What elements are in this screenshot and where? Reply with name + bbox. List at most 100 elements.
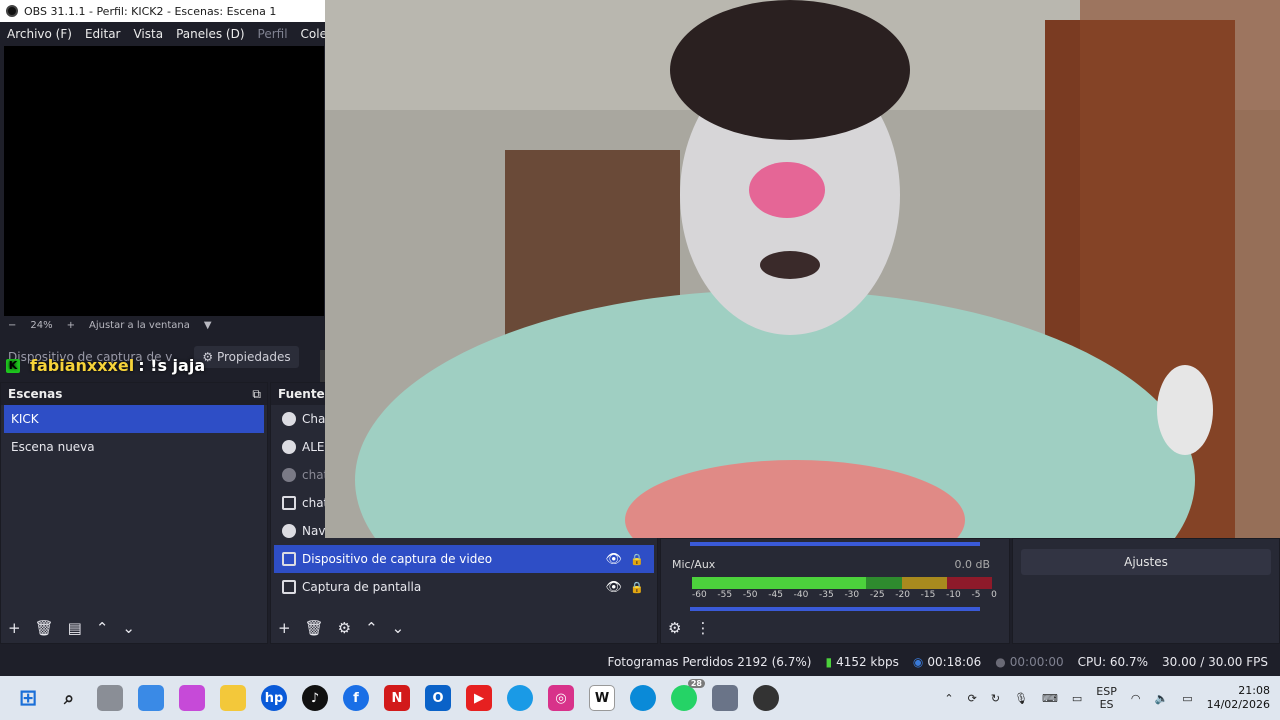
battery-saver-icon[interactable]: ▭ bbox=[1072, 692, 1082, 705]
sources-footer: + 🗑 ⚙ ⌃ ⌄ bbox=[270, 614, 658, 642]
edge-beta-icon[interactable] bbox=[507, 685, 533, 711]
chat-overlay-line: K fabianxxxel : !s jaja bbox=[6, 356, 205, 375]
properties-label: Propiedades bbox=[216, 350, 291, 364]
advanced-audio-icon[interactable]: ⚙ bbox=[668, 619, 681, 637]
menu-perfil[interactable]: Perfil bbox=[258, 27, 288, 41]
menu-editar[interactable]: Editar bbox=[85, 27, 121, 41]
browser-icon bbox=[282, 468, 296, 482]
properties-button[interactable]: ⚙ Propiedades bbox=[194, 346, 299, 368]
facebook-icon[interactable]: f bbox=[343, 685, 369, 711]
eye-icon[interactable]: 👁 bbox=[605, 580, 622, 595]
trash-icon[interactable]: 🗑 bbox=[35, 619, 54, 637]
language-indicator[interactable]: ESP ES bbox=[1096, 685, 1117, 711]
microphone-icon[interactable]: 🎙 bbox=[1014, 692, 1028, 705]
chevron-up-icon[interactable]: ⌃ bbox=[365, 619, 378, 637]
lang-region: ES bbox=[1099, 698, 1114, 711]
copilot-icon[interactable] bbox=[179, 685, 205, 711]
menu-vista[interactable]: Vista bbox=[133, 27, 163, 41]
refresh-icon[interactable]: ↻ bbox=[991, 692, 1000, 705]
chevron-down-icon[interactable]: ⌄ bbox=[122, 619, 135, 637]
source-item-screen-capture[interactable]: Captura de pantalla 👁 🔒 bbox=[274, 573, 654, 601]
netflix-icon[interactable]: N bbox=[384, 685, 410, 711]
volume-meter bbox=[692, 577, 992, 589]
search-icon[interactable]: ⌕ bbox=[56, 685, 82, 711]
tick: 0 bbox=[991, 590, 997, 600]
window-title: OBS 31.1.1 - Perfil: KICK2 - Escenas: Es… bbox=[24, 4, 277, 18]
bitrate: 4152 kbps bbox=[836, 655, 899, 669]
mixer-channel-header: Mic/Aux 0.0 dB bbox=[662, 558, 1002, 571]
add-icon[interactable]: + bbox=[8, 619, 21, 637]
obs-icon[interactable] bbox=[753, 685, 779, 711]
chevron-up-icon[interactable]: ⌃ bbox=[96, 619, 109, 637]
sync-icon[interactable]: ⟳ bbox=[968, 692, 977, 705]
camera-app-icon[interactable] bbox=[712, 685, 738, 711]
keyboard-icon[interactable]: ⌨ bbox=[1042, 692, 1058, 705]
edge-icon[interactable] bbox=[630, 685, 656, 711]
menu-paneles[interactable]: Paneles (D) bbox=[176, 27, 244, 41]
controls-panel: Ajustes bbox=[1012, 538, 1280, 644]
chevron-up-icon[interactable]: ⌃ bbox=[944, 692, 953, 705]
tick: -20 bbox=[895, 590, 910, 600]
meter-ticks: -60 -55 -50 -45 -40 -35 -30 -25 -20 -15 -10 -5 0 bbox=[692, 590, 997, 600]
sources-title: Fuentes bbox=[278, 387, 332, 401]
zoom-out-button[interactable]: − bbox=[8, 320, 16, 331]
scene-item-kick[interactable]: KICK bbox=[4, 405, 264, 433]
windows-start-icon[interactable]: ⊞ bbox=[15, 685, 41, 711]
gear-icon[interactable]: ⚙ bbox=[338, 619, 351, 637]
settings-label: Ajustes bbox=[1124, 555, 1168, 569]
lock-icon[interactable]: 🔒 bbox=[630, 581, 644, 594]
filter-icon[interactable]: ▤ bbox=[68, 619, 82, 637]
trash-icon[interactable]: 🗑 bbox=[305, 619, 324, 637]
source-item-video-capture[interactable]: Dispositivo de captura de video 👁 🔒 bbox=[274, 545, 654, 573]
menu-archivo[interactable]: Archivo (F) bbox=[7, 27, 72, 41]
more-icon[interactable]: ⋮ bbox=[695, 619, 710, 637]
chevron-down-icon[interactable]: ▼ bbox=[204, 320, 212, 331]
monitor-icon bbox=[282, 580, 296, 594]
window-icon bbox=[282, 496, 296, 510]
file-explorer-icon[interactable] bbox=[220, 685, 246, 711]
clock[interactable]: 21:08 14/02/2026 bbox=[1207, 684, 1270, 712]
battery-icon[interactable]: ▭ bbox=[1182, 692, 1192, 705]
add-icon[interactable]: + bbox=[278, 619, 291, 637]
browser-icon bbox=[282, 440, 296, 454]
dropped-frames: Fotogramas Perdidos 2192 (6.7%) bbox=[607, 655, 812, 669]
kick-badge-icon: K bbox=[6, 358, 20, 373]
webcam-video-window bbox=[325, 0, 1280, 538]
settings-button[interactable]: Ajustes bbox=[1021, 549, 1271, 575]
scenes-header: Escenas ⧉ bbox=[1, 383, 267, 405]
volume-slider[interactable] bbox=[690, 607, 980, 611]
browser-icon bbox=[282, 524, 296, 538]
youtube-icon[interactable]: ▶ bbox=[466, 685, 492, 711]
task-view-icon[interactable] bbox=[97, 685, 123, 711]
wikipedia-icon[interactable]: W bbox=[589, 685, 615, 711]
outlook-icon[interactable]: O bbox=[425, 685, 451, 711]
preview-canvas[interactable] bbox=[4, 46, 324, 316]
zoom-in-button[interactable]: + bbox=[67, 320, 75, 331]
stream-icon: ◉ bbox=[912, 655, 924, 669]
time: 21:08 bbox=[1238, 684, 1270, 697]
volume-slider[interactable] bbox=[690, 542, 980, 546]
tick: -5 bbox=[971, 590, 981, 600]
store-icon[interactable] bbox=[138, 685, 164, 711]
lock-icon[interactable]: 🔒 bbox=[630, 553, 644, 566]
whatsapp-icon[interactable]: 28 bbox=[671, 679, 705, 711]
tick: -45 bbox=[768, 590, 783, 600]
instagram-icon[interactable]: ◎ bbox=[548, 685, 574, 711]
scene-label: KICK bbox=[11, 412, 39, 426]
wifi-icon[interactable]: ◠ bbox=[1131, 692, 1141, 705]
eye-icon[interactable]: 👁 bbox=[605, 552, 622, 567]
hp-icon[interactable]: hp bbox=[261, 685, 287, 711]
tiktok-icon[interactable]: ♪ bbox=[302, 685, 328, 711]
scene-item-nueva[interactable]: Escena nueva bbox=[4, 433, 264, 461]
source-label: Dispositivo de captura de video bbox=[302, 552, 493, 566]
browser-icon bbox=[282, 412, 296, 426]
tick: -10 bbox=[946, 590, 961, 600]
fit-window-label[interactable]: Ajustar a la ventana bbox=[89, 320, 190, 331]
camera-icon bbox=[282, 552, 296, 566]
cpu-usage: CPU: 60.7% bbox=[1077, 655, 1149, 669]
volume-icon[interactable]: 🔈 bbox=[1154, 692, 1168, 705]
tick: -55 bbox=[717, 590, 733, 600]
zoom-level: 24% bbox=[30, 319, 53, 331]
undock-icon[interactable]: ⧉ bbox=[252, 387, 261, 402]
chevron-down-icon[interactable]: ⌄ bbox=[392, 619, 405, 637]
